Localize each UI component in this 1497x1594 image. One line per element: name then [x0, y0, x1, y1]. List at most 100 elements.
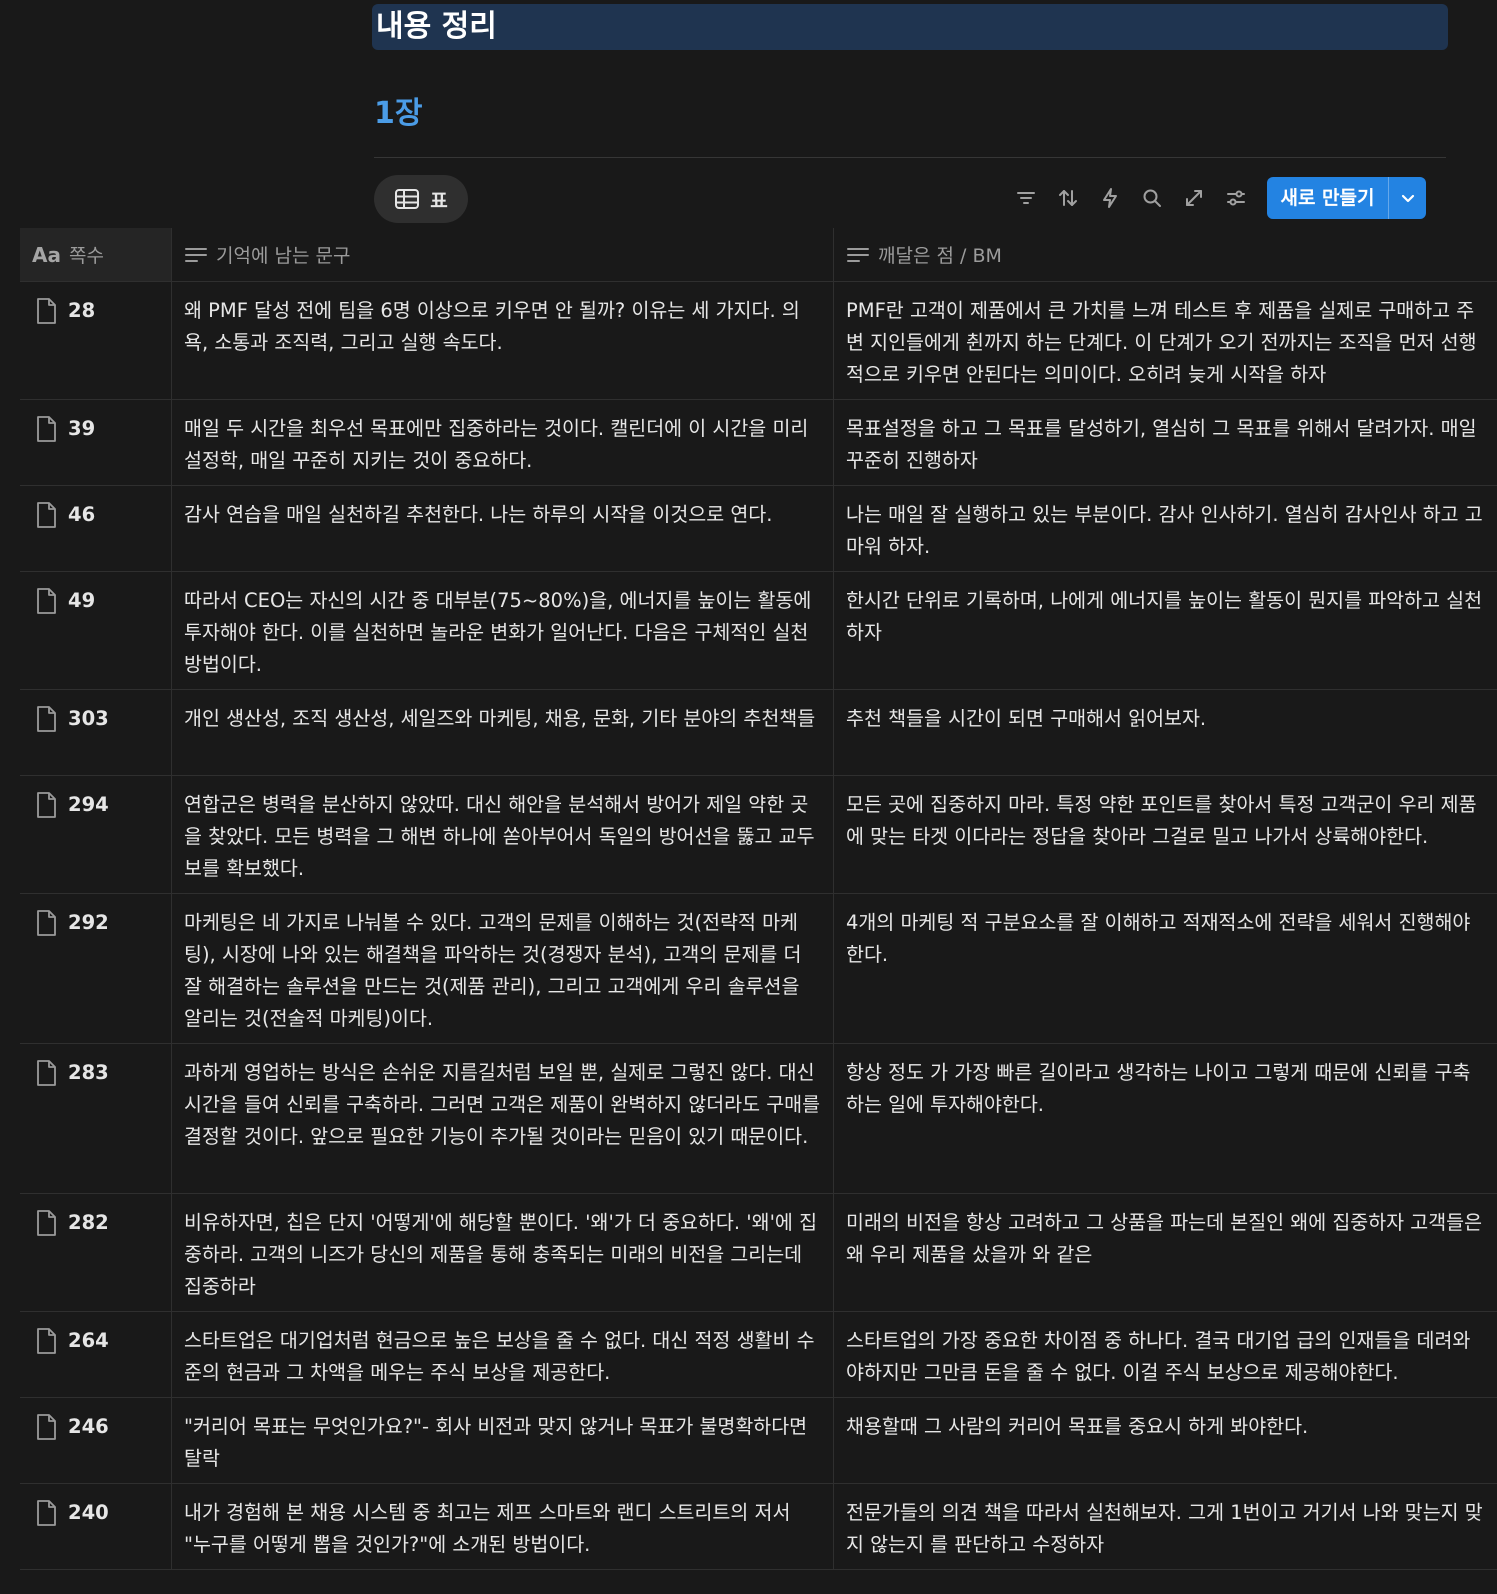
- insight-cell[interactable]: 스타트업의 가장 중요한 차이점 중 하나다. 결국 대기업 급의 인재들을 데…: [834, 1312, 1497, 1397]
- table-view-tab[interactable]: 표: [374, 175, 468, 223]
- page-number: 294: [68, 793, 109, 816]
- quote-cell[interactable]: 왜 PMF 달성 전에 팀을 6명 이상으로 키우면 안 될까? 이유는 세 가…: [172, 282, 834, 399]
- page-icon: [37, 416, 56, 442]
- insight-cell[interactable]: 목표설정을 하고 그 목표를 달성하기, 열심히 그 목표를 위해서 달려가자.…: [834, 400, 1497, 485]
- table-header: Aa 쪽수 기억에 남는 문구 깨달은 점 / BM: [20, 228, 1497, 282]
- page-number: 283: [68, 1061, 109, 1084]
- title-aa-icon: Aa: [32, 242, 61, 267]
- quote-cell[interactable]: "커리어 목표는 무엇인가요?"- 회사 비전과 맞지 않거나 목표가 불명확하…: [172, 1398, 834, 1483]
- page-number-cell[interactable]: 28: [20, 282, 172, 399]
- column-header-quote[interactable]: 기억에 남는 문구: [172, 228, 834, 281]
- page-number-cell[interactable]: 240: [20, 1484, 172, 1569]
- column-header-label: 쪽수: [68, 245, 104, 267]
- quote-cell[interactable]: 스타트업은 대기업처럼 현금으로 높은 보상을 줄 수 없다. 대신 적정 생활…: [172, 1312, 834, 1397]
- table-row[interactable]: 283 과하게 영업하는 방식은 손쉬운 지름길처럼 보일 뿐, 실제로 그렇진 …: [20, 1044, 1497, 1194]
- page-heading[interactable]: 내용 정리: [372, 4, 1448, 50]
- page-number-cell[interactable]: 264: [20, 1312, 172, 1397]
- insight-cell[interactable]: 나는 매일 잘 실행하고 있는 부분이다. 감사 인사하기. 열심히 감사인사 …: [834, 486, 1497, 571]
- insight-cell[interactable]: 모든 곳에 집중하지 마라. 특정 약한 포인트를 찾아서 특정 고객군이 우리…: [834, 776, 1497, 893]
- page-icon: [37, 1328, 56, 1354]
- insight-cell[interactable]: 4개의 마케팅 적 구분요소를 잘 이해하고 적재적소에 전략을 세워서 진행해…: [834, 894, 1497, 1043]
- page-number-cell[interactable]: 282: [20, 1194, 172, 1311]
- new-button-dropdown[interactable]: [1389, 177, 1426, 219]
- page-icon: [37, 910, 56, 936]
- settings-sliders-icon: [1227, 190, 1245, 206]
- quote-cell[interactable]: 과하게 영업하는 방식은 손쉬운 지름길처럼 보일 뿐, 실제로 그렇진 않다.…: [172, 1044, 834, 1193]
- table-row[interactable]: 292 마케팅은 네 가지로 나눠볼 수 있다. 고객의 문제를 이해하는 것(전…: [20, 894, 1497, 1044]
- page-number-cell[interactable]: 303: [20, 690, 172, 775]
- page-number: 28: [68, 299, 96, 322]
- new-button-label[interactable]: 새로 만들기: [1267, 177, 1389, 219]
- page-number: 282: [68, 1211, 109, 1234]
- page-icon: [37, 792, 56, 818]
- page-icon: [37, 706, 56, 732]
- quote-cell[interactable]: 개인 생산성, 조직 생산성, 세일즈와 마케팅, 채용, 문화, 기타 분야의…: [172, 690, 834, 775]
- table-row[interactable]: 294 연합군은 병력을 분산하지 않았따. 대신 해안을 분석해서 방어가 제일…: [20, 776, 1497, 894]
- column-header-insight[interactable]: 깨달은 점 / BM: [834, 228, 1497, 281]
- insight-cell[interactable]: 채용할때 그 사람의 커리어 목표를 중요시 하게 봐야한다.: [834, 1398, 1497, 1483]
- insight-cell[interactable]: 한시간 단위로 기록하며, 나에게 에너지를 높이는 활동이 뭔지를 파악하고 …: [834, 572, 1497, 689]
- quote-cell[interactable]: 마케팅은 네 가지로 나눠볼 수 있다. 고객의 문제를 이해하는 것(전략적 …: [172, 894, 834, 1043]
- page-icon: [37, 1414, 56, 1440]
- quote-cell[interactable]: 내가 경험해 본 채용 시스템 중 최고는 제프 스마트와 랜디 스트리트의 저…: [172, 1484, 834, 1569]
- insight-cell[interactable]: 추천 책들을 시간이 되면 구매해서 읽어보자.: [834, 690, 1497, 775]
- page-number-cell[interactable]: 294: [20, 776, 172, 893]
- insight-cell[interactable]: PMF란 고객이 제품에서 큰 가치를 느껴 테스트 후 제품을 실제로 구매하…: [834, 282, 1497, 399]
- quote-cell[interactable]: 연합군은 병력을 분산하지 않았따. 대신 해안을 분석해서 방어가 제일 약한…: [172, 776, 834, 893]
- table-row[interactable]: 49 따라서 CEO는 자신의 시간 중 대부분(75~80%)을, 에너지를 높…: [20, 572, 1497, 690]
- table-row[interactable]: 282 비유하자면, 칩은 단지 '어떻게'에 해당할 뿐이다. '왜'가 더 중…: [20, 1194, 1497, 1312]
- quote-cell[interactable]: 비유하자면, 칩은 단지 '어떻게'에 해당할 뿐이다. '왜'가 더 중요하다…: [172, 1194, 834, 1311]
- filter-button[interactable]: [1005, 177, 1047, 219]
- column-header-label: 깨달은 점 / BM: [878, 245, 1002, 267]
- page-icon: [37, 502, 56, 528]
- insight-cell[interactable]: 미래의 비전을 항상 고려하고 그 상품을 파는데 본질인 왜에 집중하자 고객…: [834, 1194, 1497, 1311]
- automation-button[interactable]: [1089, 177, 1131, 219]
- page-number-cell[interactable]: 46: [20, 486, 172, 571]
- database-toolbar: [1005, 176, 1257, 220]
- filter-icon: [1017, 192, 1035, 204]
- page-icon: [37, 298, 56, 324]
- insight-cell[interactable]: 전문가들의 의견 책을 따라서 실천해보자. 그게 1번이고 거기서 나와 맞는…: [834, 1484, 1497, 1569]
- sort-button[interactable]: [1047, 177, 1089, 219]
- column-header-page[interactable]: Aa 쪽수: [20, 228, 172, 281]
- chapter-heading[interactable]: 1장: [374, 92, 422, 136]
- column-header-label: 기억에 남는 문구: [216, 245, 351, 267]
- table-row[interactable]: 246 "커리어 목표는 무엇인가요?"- 회사 비전과 맞지 않거나 목표가 불…: [20, 1398, 1497, 1484]
- sort-icon: [1059, 190, 1077, 206]
- page-number: 246: [68, 1415, 109, 1438]
- table-row[interactable]: 46 감사 연습을 매일 실천하길 추천한다. 나는 하루의 시작을 이것으로 연…: [20, 486, 1497, 572]
- table-row[interactable]: 240 내가 경험해 본 채용 시스템 중 최고는 제프 스마트와 랜디 스트리트…: [20, 1484, 1497, 1570]
- page-icon: [37, 1210, 56, 1236]
- page-icon: [37, 1060, 56, 1086]
- expand-icon: [1186, 190, 1202, 206]
- table-row[interactable]: 264 스타트업은 대기업처럼 현금으로 높은 보상을 줄 수 없다. 대신 적정…: [20, 1312, 1497, 1398]
- database-table: Aa 쪽수 기억에 남는 문구 깨달은 점 / BM 28 왜 PMF 달성 전에…: [20, 228, 1497, 1570]
- quote-cell[interactable]: 매일 두 시간을 최우선 목표에만 집중하라는 것이다. 캘린더에 이 시간을 …: [172, 400, 834, 485]
- search-icon: [1143, 189, 1161, 207]
- view-settings-button[interactable]: [1215, 177, 1257, 219]
- page-number: 292: [68, 911, 109, 934]
- page-number-cell[interactable]: 246: [20, 1398, 172, 1483]
- page-number-cell[interactable]: 283: [20, 1044, 172, 1193]
- expand-button[interactable]: [1173, 177, 1215, 219]
- text-lines-icon: [185, 247, 207, 262]
- page-number-cell[interactable]: 39: [20, 400, 172, 485]
- chevron-down-icon: [1401, 194, 1414, 203]
- insight-cell[interactable]: 항상 정도 가 가장 빠른 길이라고 생각하는 나이고 그렇게 때문에 신뢰를 …: [834, 1044, 1497, 1193]
- page-number-cell[interactable]: 292: [20, 894, 172, 1043]
- quote-cell[interactable]: 감사 연습을 매일 실천하길 추천한다. 나는 하루의 시작을 이것으로 연다.: [172, 486, 834, 571]
- table-icon: [395, 189, 420, 209]
- table-view-label: 표: [430, 189, 448, 212]
- page-number: 49: [68, 589, 96, 612]
- new-button[interactable]: 새로 만들기: [1267, 177, 1426, 219]
- notion-page: 내용 정리 1장 표 새로 만들기 Aa 쪽수 기억에 남는 문구 깨달은 점 …: [0, 0, 1497, 1594]
- page-number: 303: [68, 707, 109, 730]
- lightning-icon: [1103, 188, 1117, 208]
- table-row[interactable]: 28 왜 PMF 달성 전에 팀을 6명 이상으로 키우면 안 될까? 이유는 세…: [20, 282, 1497, 400]
- table-row[interactable]: 39 매일 두 시간을 최우선 목표에만 집중하라는 것이다. 캘린더에 이 시간…: [20, 400, 1497, 486]
- search-button[interactable]: [1131, 177, 1173, 219]
- page-number-cell[interactable]: 49: [20, 572, 172, 689]
- page-icon: [37, 588, 56, 614]
- table-row[interactable]: 303 개인 생산성, 조직 생산성, 세일즈와 마케팅, 채용, 문화, 기타 …: [20, 690, 1497, 776]
- quote-cell[interactable]: 따라서 CEO는 자신의 시간 중 대부분(75~80%)을, 에너지를 높이는…: [172, 572, 834, 689]
